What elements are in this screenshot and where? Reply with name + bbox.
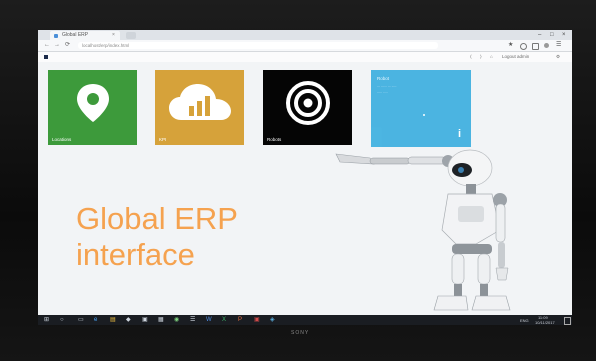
browser-toolbar: ← → ⟳ localhost/erp/index.html ★ ☰ [38, 40, 572, 52]
settings-icon[interactable]: ⚙ [556, 52, 560, 62]
logout-link[interactable]: Logout admin [502, 52, 529, 62]
tile-label: Locations [52, 137, 72, 142]
info-icon: i [458, 128, 462, 140]
chrome-icon[interactable]: ◉ [174, 315, 179, 325]
address-bar[interactable]: localhost/erp/index.html [78, 42, 438, 49]
browser-tab-bar: Global ERP × – □ × [38, 30, 572, 40]
extension-icon[interactable] [520, 43, 527, 50]
info-line: ..... ..... [377, 90, 388, 94]
app-logo-icon [44, 55, 48, 59]
taskbar-app-icon[interactable]: ▣ [142, 315, 148, 325]
url-text: localhost/erp/index.html [82, 43, 130, 48]
taskbar-app-icon[interactable]: ◆ [126, 315, 131, 325]
tile-label: Robots [267, 137, 282, 142]
next-icon[interactable]: ⟩ [480, 52, 482, 62]
taskbar-app-icon[interactable]: ▭ [78, 315, 84, 325]
browser-tab[interactable]: Global ERP × [50, 31, 120, 40]
edge-icon[interactable]: e [94, 315, 97, 325]
new-tab-button[interactable] [126, 32, 136, 39]
tab-title: Global ERP [62, 32, 89, 38]
notification-icon[interactable] [564, 317, 571, 325]
tab-close-icon[interactable]: × [112, 31, 115, 40]
cloud-chart-icon [155, 70, 244, 135]
home-icon[interactable]: ⌂ [490, 52, 493, 62]
screen: Global ERP × – □ × ← → ⟳ localhost/erp/i… [38, 30, 572, 325]
back-button[interactable]: ← [44, 40, 50, 51]
map-pin-icon [48, 70, 137, 135]
maximize-button[interactable]: □ [550, 30, 554, 40]
monitor: Global ERP × – □ × ← → ⟳ localhost/erp/i… [0, 0, 596, 361]
powerpoint-icon[interactable]: P [238, 315, 242, 325]
tray-language[interactable]: ENG [520, 318, 529, 323]
excel-icon[interactable]: X [222, 315, 226, 325]
taskbar-app-icon[interactable]: ☰ [190, 315, 195, 325]
info-line: ... ...... ... ..... [377, 84, 397, 88]
bookmark-icon[interactable]: ★ [508, 40, 513, 51]
taskbar-app-icon[interactable]: ▦ [158, 315, 164, 325]
headline-line-2: interface [76, 237, 195, 272]
monitor-brand-logo: SONY [291, 330, 310, 336]
forward-button[interactable]: → [54, 40, 60, 51]
taskbar-app-icon[interactable]: ▣ [254, 315, 260, 325]
reload-button[interactable]: ⟳ [65, 40, 70, 51]
info-title: Robot [377, 76, 390, 81]
search-icon[interactable]: ○ [60, 315, 64, 325]
menu-icon[interactable]: ☰ [556, 40, 561, 51]
tile-locations[interactable]: Locations [48, 70, 137, 145]
start-button[interactable]: ⊞ [44, 315, 49, 325]
headline-line-1: Global ERP [76, 201, 238, 236]
explorer-icon[interactable]: ▤ [110, 315, 116, 325]
tile-robot-info[interactable]: Robot ... ...... ... ..... ..... ..... i [371, 70, 471, 147]
minimize-button[interactable]: – [538, 30, 541, 40]
download-icon[interactable] [532, 43, 539, 50]
profile-icon[interactable] [544, 43, 549, 48]
robot-illustration [335, 149, 511, 311]
close-window-button[interactable]: × [562, 30, 566, 40]
app-header: ⟨ ⟩ ⌂ Logout admin ⚙ [38, 52, 572, 62]
tray-date[interactable]: 10/11/2017 [535, 320, 555, 325]
windows-taskbar: ⊞ ○ ▭ e ▤ ◆ ▣ ▦ ◉ ☰ W X P ▣ ◈ ENG 11:09 … [38, 315, 572, 325]
tile-label: KPI [159, 137, 167, 142]
cursor-dot [423, 114, 425, 116]
word-icon[interactable]: W [206, 315, 212, 325]
favicon-icon [54, 34, 58, 38]
tile-robots[interactable]: Robots [263, 70, 352, 145]
prev-icon[interactable]: ⟨ [470, 52, 472, 62]
hero-headline: Global ERP interface [76, 201, 238, 273]
target-icon [263, 70, 352, 135]
tile-kpi[interactable]: KPI [155, 70, 244, 145]
taskbar-app-icon[interactable]: ◈ [270, 315, 275, 325]
